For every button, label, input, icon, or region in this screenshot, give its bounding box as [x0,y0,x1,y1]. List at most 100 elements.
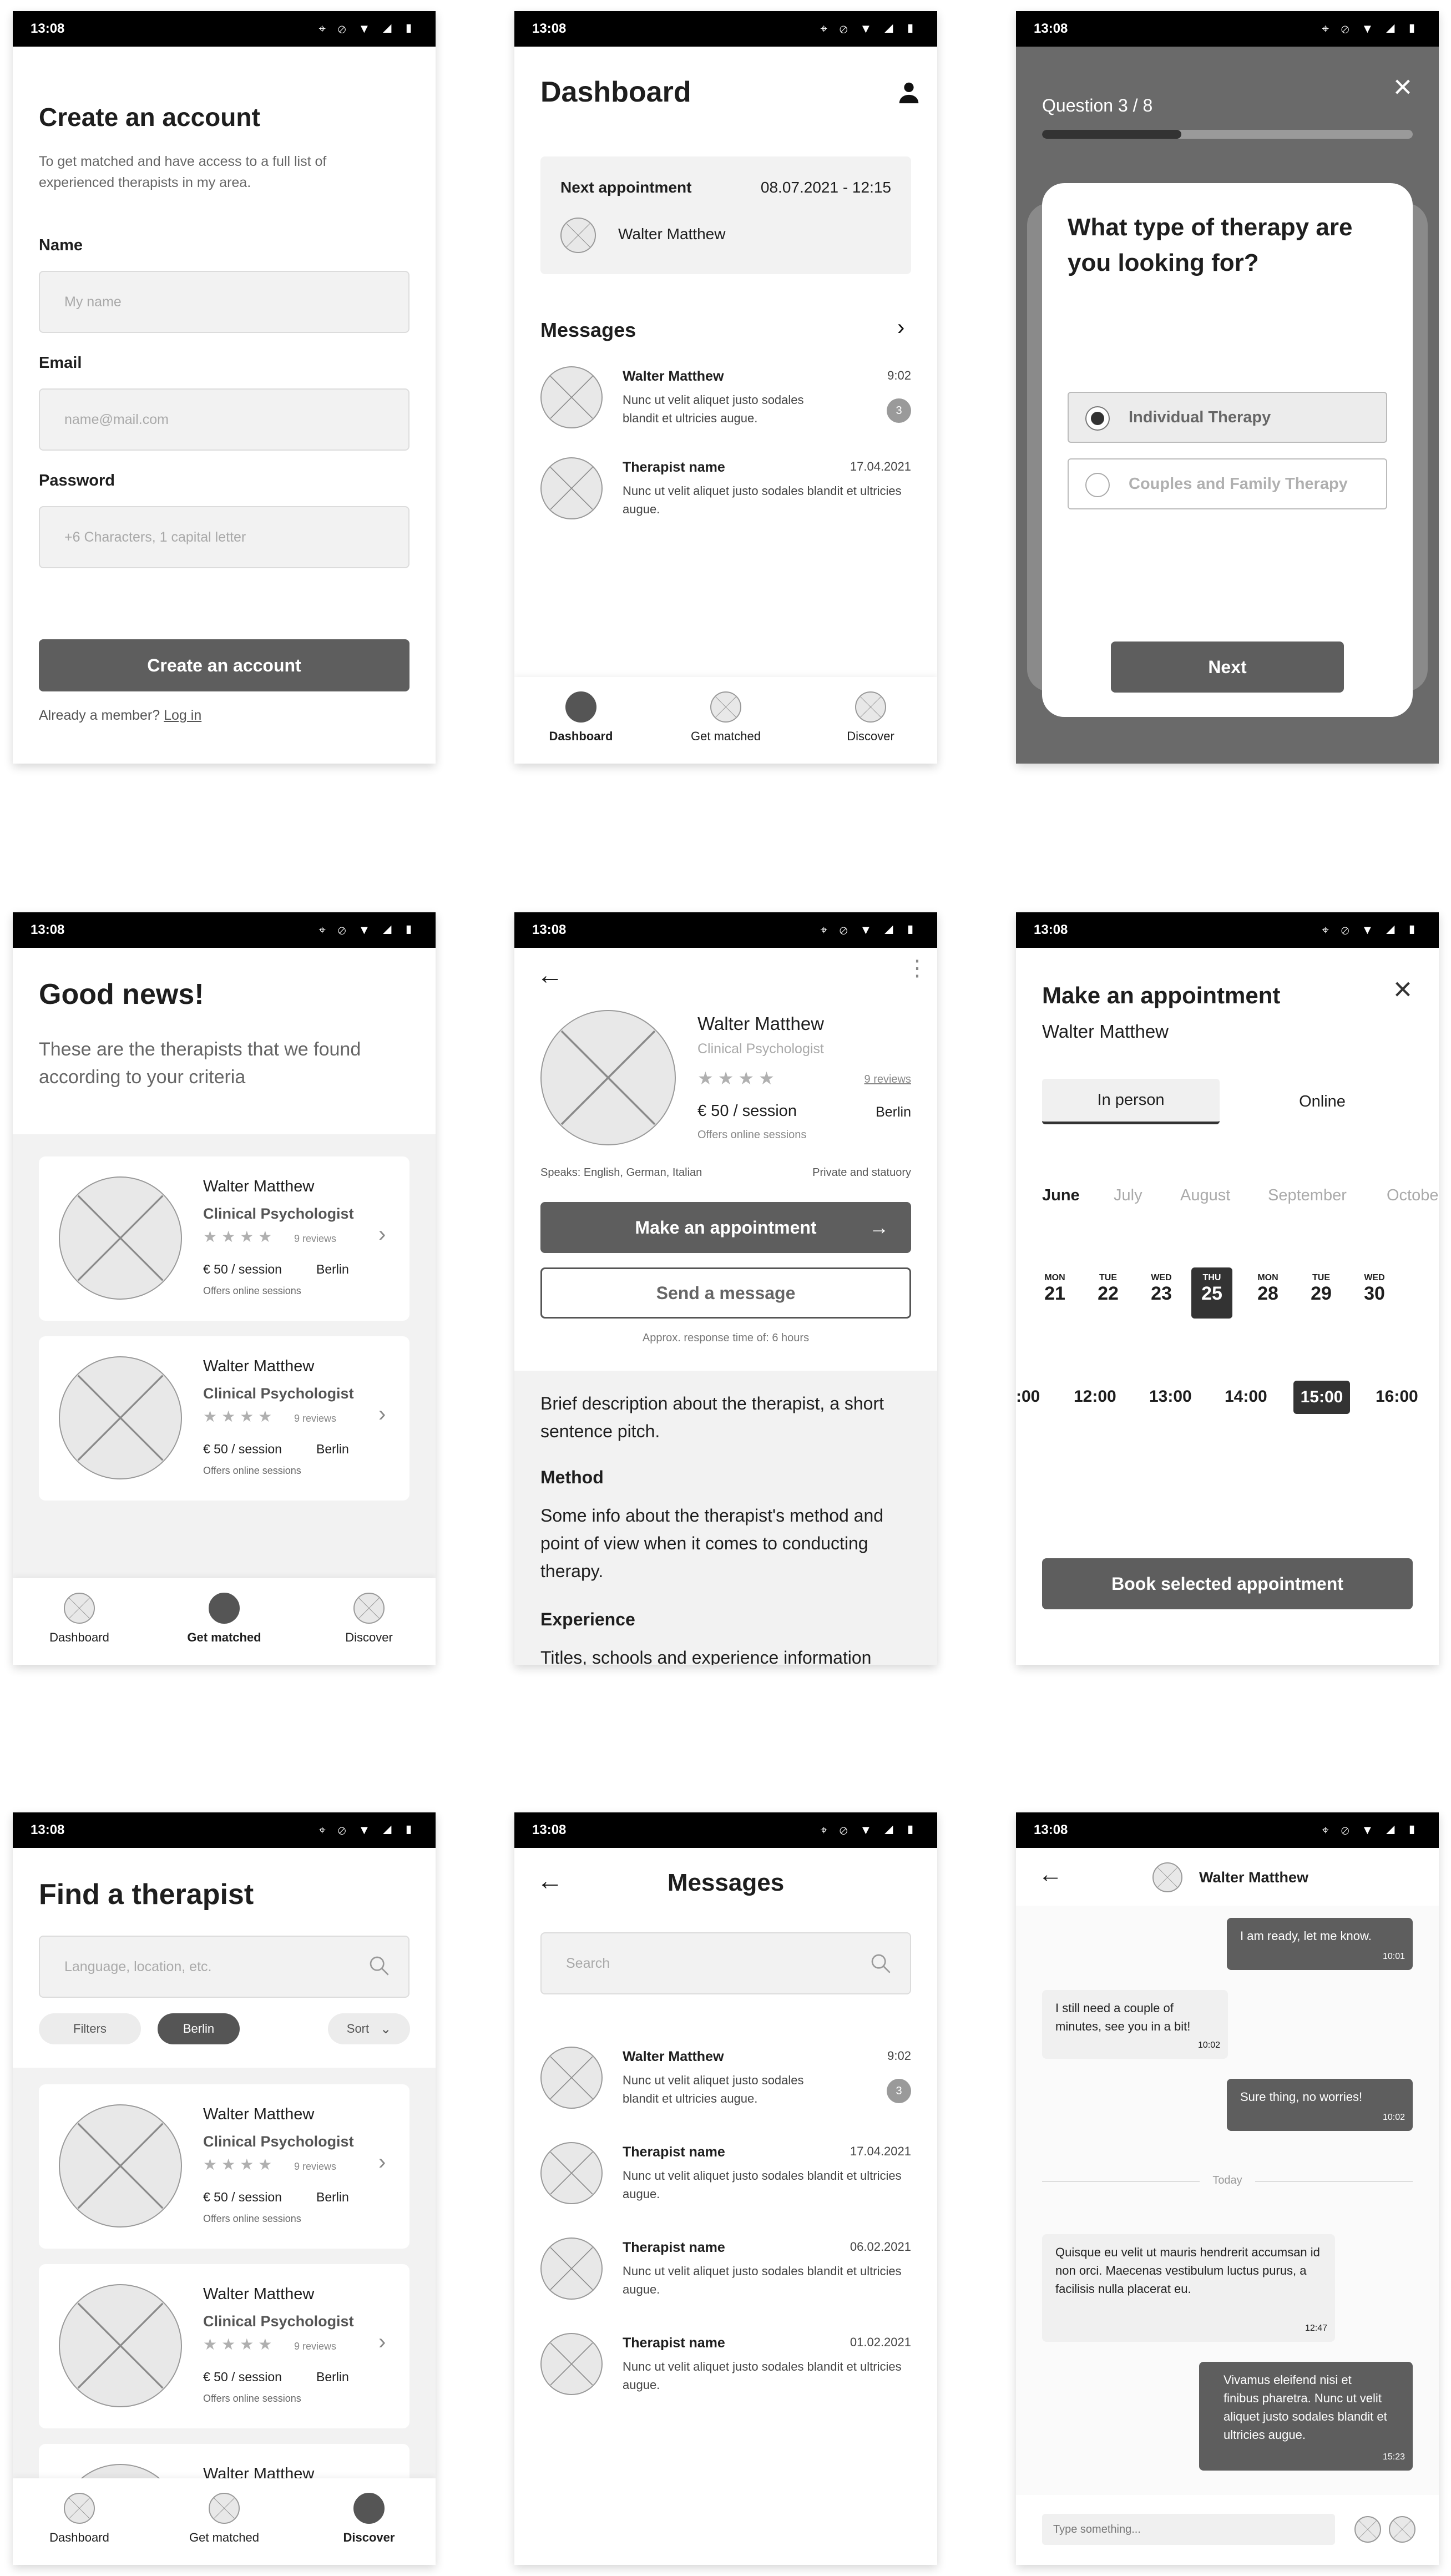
close-icon[interactable]: × [1393,973,1412,1006]
therapist-role: Clinical Psychologist [203,1385,354,1402]
tab-get-matched[interactable]: Get matched [169,1593,280,1645]
time-slot[interactable]: 12:00 [1074,1387,1116,1406]
chevron-right-icon[interactable]: › [378,1402,386,1427]
chevron-right-icon[interactable]: › [378,2150,386,2175]
day-item[interactable]: MON 28 [1251,1273,1285,1305]
rating-stars: ★★★★ [203,2336,277,2353]
list-item[interactable]: Therapist name 01.02.2021 Nunc ut velit … [540,2333,911,2411]
day-item[interactable]: WED 23 [1145,1273,1178,1305]
chevron-right-icon[interactable]: › [897,315,904,340]
therapist-card[interactable]: Walter Matthew Clinical Psychologist ★★★… [39,1336,409,1501]
month-june[interactable]: June [1042,1186,1080,1205]
list-item[interactable]: Walter Matthew 9:02 Nunc ut velit alique… [540,2047,911,2124]
time-slot[interactable]: 13:00 [1149,1387,1192,1406]
day-item[interactable]: WED 30 [1358,1273,1391,1305]
send-icon[interactable] [1389,2516,1415,2543]
reviews-link[interactable]: 9 reviews [864,1073,911,1086]
month-august[interactable]: August [1180,1186,1230,1205]
more-options-icon[interactable]: ⋮ [906,957,928,979]
search-input[interactable]: Search [540,1932,911,1994]
month-september[interactable]: September [1268,1186,1347,1205]
time-slot[interactable]: 14:00 [1225,1387,1267,1406]
therapist-city: Berlin [316,2190,349,2204]
list-item[interactable]: Therapist name 17.04.2021 Nunc ut velit … [540,2142,911,2220]
time-slot[interactable]: :00 [1016,1387,1040,1406]
back-arrow-icon[interactable]: ← [537,962,563,989]
therapist-city: Berlin [316,1262,349,1276]
next-button[interactable]: Next [1111,642,1344,693]
month-october[interactable]: Octobe [1387,1186,1439,1205]
tab-discover[interactable]: Discover [314,2493,424,2545]
arrow-right-icon: → [869,1216,889,1239]
status-bar: 13:08 ⌖ ⊘ ▼ ◢ ▮ [514,912,937,948]
attachment-icon[interactable] [1354,2516,1381,2543]
create-account-button[interactable]: Create an account [39,639,409,691]
therapist-profile-screen: 13:08 ⌖ ⊘ ▼ ◢ ▮ ← ⋮ Walter Matthew Clini… [514,912,937,1665]
avatar [540,366,603,428]
therapist-role: Clinical Psychologist [697,1041,824,1057]
login-link[interactable]: Log in [164,708,201,723]
chevron-right-icon[interactable]: › [378,2330,386,2355]
message-input[interactable]: Type something... [1042,2514,1335,2545]
back-arrow-icon[interactable]: ← [1038,1862,1063,1887]
tab-bar: Dashboard Get matched Discover [13,1578,436,1665]
tab-bar: Dashboard Get matched Discover [13,2478,436,2565]
filters-chip[interactable]: Filters [39,2013,141,2044]
status-icons: ⌖ ⊘ ▼ ◢ ▮ [318,22,418,36]
day-item[interactable]: TUE 22 [1091,1273,1125,1305]
search-icon [869,1952,892,1974]
therapist-card[interactable]: Walter Matthew Clinical Psychologist ★★★… [39,1156,409,1321]
email-label: Email [39,354,82,372]
radio-selected-icon [1085,406,1110,431]
make-appointment-button[interactable]: Make an appointment → [540,1202,911,1253]
option-individual[interactable]: Individual Therapy [1068,392,1387,443]
tab-dashboard[interactable]: Dashboard [24,2493,135,2545]
tab-get-matched[interactable]: Get matched [670,691,781,744]
therapist-pitch: Brief description about the therapist, a… [540,1393,884,1441]
login-prompt: Already a member? Log in [39,708,201,724]
online-sessions: Offers online sessions [203,2393,301,2404]
location-chip[interactable]: Berlin [158,2013,240,2044]
name-field[interactable]: My name [39,271,409,333]
day-item[interactable]: TUE 29 [1305,1273,1338,1305]
send-message-button[interactable]: Send a message [540,1267,911,1319]
message-sender: Walter Matthew [623,2049,724,2064]
chat-header: ← Walter Matthew [1016,1848,1439,1906]
tab-dashboard[interactable]: Dashboard [24,1593,135,1645]
profile-icon[interactable] [896,80,922,105]
password-field[interactable]: +6 Characters, 1 capital letter [39,506,409,568]
tab-get-matched[interactable]: Get matched [169,2493,280,2545]
day-item-selected[interactable]: THU 25 [1191,1267,1232,1319]
status-icons: ⌖ ⊘ ▼ ◢ ▮ [318,923,418,937]
therapist-name: Walter Matthew [203,2285,315,2303]
status-time: 13:08 [31,1822,65,1837]
list-item[interactable]: Therapist name 17.04.2021 Nunc ut velit … [540,457,911,535]
therapist-card[interactable]: Walter Matthew Clinical Psychologist ★★★… [39,2084,409,2249]
tab-discover[interactable]: Discover [815,691,926,744]
next-appointment-card[interactable]: Next appointment 08.07.2021 - 12:15 Walt… [540,156,911,274]
sort-dropdown[interactable]: Sort ⌄ [328,2013,410,2044]
book-appointment-button[interactable]: Book selected appointment [1042,1558,1413,1609]
mode-online[interactable]: Online [1233,1079,1411,1124]
chevron-right-icon[interactable]: › [378,1222,386,1247]
list-item[interactable]: Therapist name 06.02.2021 Nunc ut velit … [540,2237,911,2315]
search-input[interactable]: Language, location, etc. [39,1936,409,1998]
question-counter: Question 3 / 8 [1042,95,1153,115]
list-item[interactable]: Walter Matthew 9:02 Nunc ut velit alique… [540,366,911,444]
month-july[interactable]: July [1114,1186,1142,1205]
mode-in-person[interactable]: In person [1042,1079,1220,1124]
email-field[interactable]: name@mail.com [39,388,409,451]
method-title: Method [540,1467,604,1487]
get-matched-icon [710,691,741,723]
session-price: € 50 / session [203,1262,282,1276]
option-couples[interactable]: Couples and Family Therapy [1068,458,1387,509]
day-item[interactable]: MON 21 [1038,1273,1071,1305]
therapist-card[interactable]: Walter Matthew Clinical Psychologist ★★★… [39,2264,409,2428]
therapist-role: Clinical Psychologist [203,2133,354,2150]
time-slot-selected[interactable]: 15:00 [1293,1381,1350,1414]
time-slot[interactable]: 16:00 [1376,1387,1418,1406]
close-icon[interactable]: × [1393,71,1412,103]
tab-discover[interactable]: Discover [314,1593,424,1645]
page-subtitle: To get matched and have access to a full… [39,154,327,190]
tab-dashboard[interactable]: Dashboard [525,691,636,744]
